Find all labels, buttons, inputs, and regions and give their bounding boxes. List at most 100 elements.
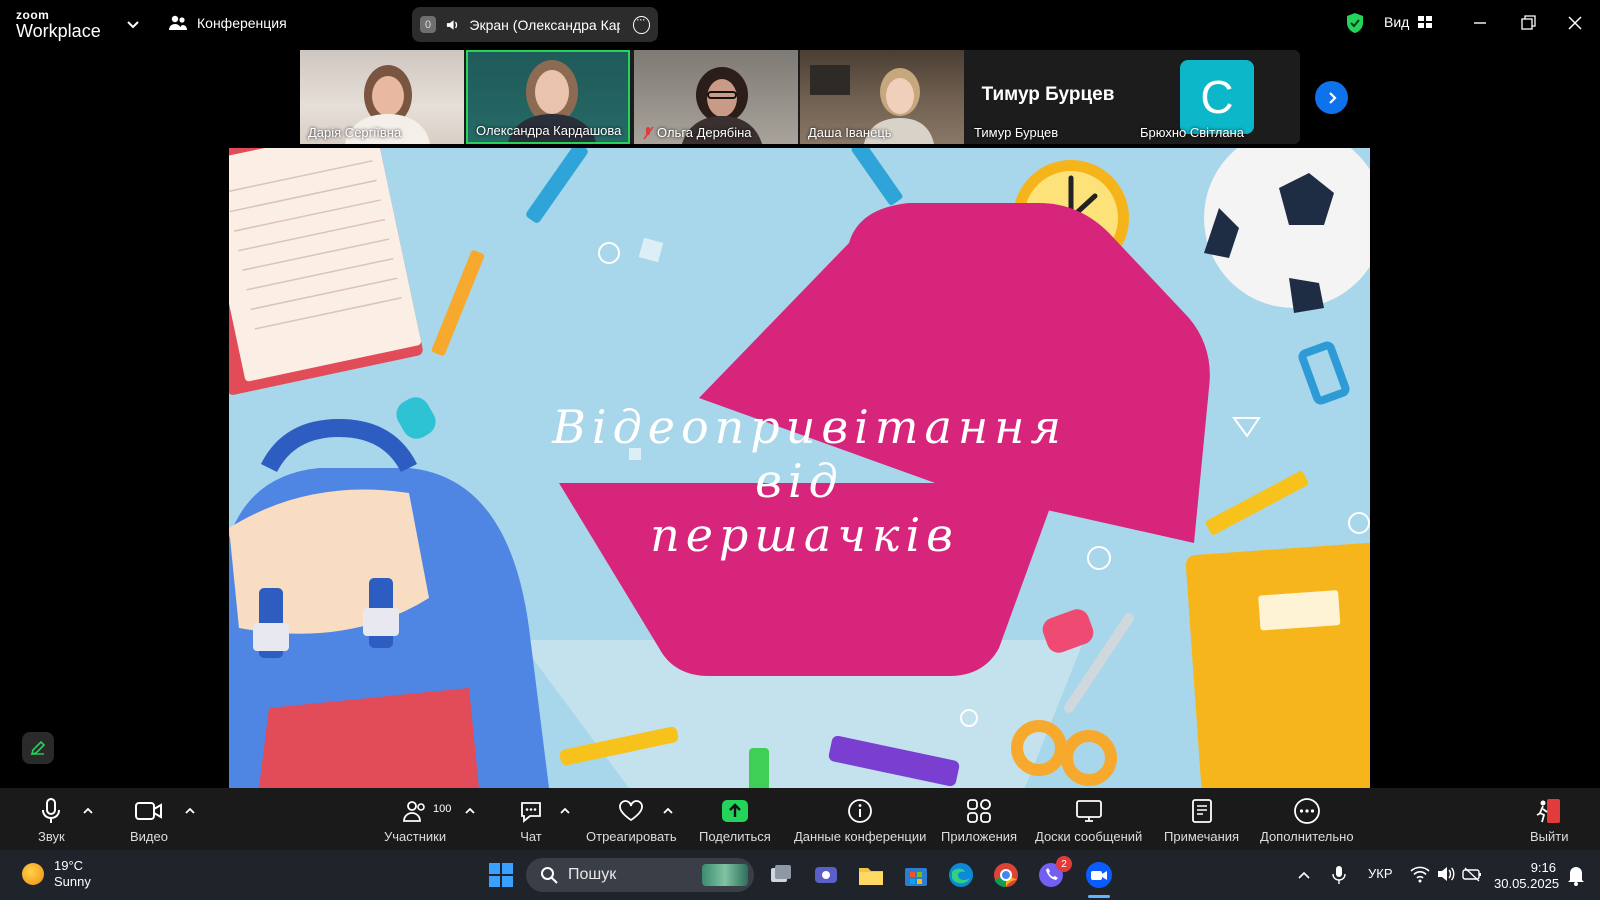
file-explorer-icon[interactable] [856,860,886,890]
apps-button[interactable]: Приложения [941,796,1017,844]
share-label: Поделиться [699,829,771,844]
video-options-chevron-icon[interactable] [184,805,196,817]
video-button[interactable]: Видео [130,796,168,844]
notebook-illustration [229,148,423,395]
participant-tile[interactable]: Дарія Сергіївна [300,50,464,144]
participant-name: Тимур Бурцев [974,125,1059,140]
chevron-down-icon[interactable] [125,16,141,32]
zoom-logo[interactable]: zoom Workplace [16,9,101,40]
notes-button[interactable]: Примечания [1164,796,1239,844]
audio-options-chevron-icon[interactable] [82,805,94,817]
share-indicator[interactable]: 0 Экран (Олександра Кардашова) [412,7,658,42]
chat-options-chevron-icon[interactable] [559,805,571,817]
search-highlight-image [702,864,748,886]
react-button[interactable]: Отреагировать [586,796,677,844]
shared-screen[interactable]: Відеопривітання від першачків [229,148,1370,788]
search-icon [541,867,558,884]
top-bar: zoom Workplace Конференция 0 Экран (Олек… [0,0,1600,48]
leave-door-icon [1536,799,1561,823]
participants-count: 100 [433,803,452,815]
view-button[interactable]: Вид [1384,14,1433,30]
participants-label: Участники [384,829,447,844]
participant-name: Олександра Кардашова [476,123,622,138]
meeting-info-button[interactable]: Данные конференции [794,796,926,844]
participant-name: Брюхно Світлана [1140,125,1244,140]
participant-name: Даша Іванець [808,125,892,140]
share-screen-button[interactable]: Поделиться [699,796,771,844]
speaker-icon [447,19,458,30]
show-hidden-icons-chevron-icon[interactable] [1297,868,1311,882]
people-icon [169,15,187,30]
react-label: Отреагировать [586,829,677,844]
slide-title-line2: від [755,454,844,508]
battery-icon[interactable] [1462,865,1482,883]
whiteboard-icon [1075,800,1102,822]
whiteboards-button[interactable]: Доски сообщений [1035,796,1142,844]
close-icon[interactable] [1563,12,1587,34]
meeting-info-label: Данные конференции [794,829,927,844]
taskbar-search[interactable]: Пошук [526,858,754,892]
participant-tile[interactable]: Даша Іванець [800,50,964,144]
meeting-label: Конференция [197,15,287,31]
weather-temp: 19°C [54,858,84,873]
meet-camera-icon[interactable] [811,860,841,890]
restore-icon[interactable] [1516,12,1540,34]
active-app-indicator [1088,895,1110,898]
notes-label: Примечания [1164,829,1240,844]
participant-name: Ольга Дерябіна [642,125,752,140]
search-placeholder: Пошук [568,866,617,883]
react-options-chevron-icon[interactable] [662,805,674,817]
avatar: С [1180,60,1254,134]
more-options-icon[interactable] [632,12,650,34]
heart-icon [619,800,644,822]
video-label: Видео [130,829,168,844]
os-taskbar: 19°C Sunny Пошук 2 УКР 9:16 30.05.2025 [0,850,1600,900]
notes-icon [1191,799,1212,823]
edge-browser-icon[interactable] [946,860,976,890]
participant-tile[interactable]: Ольга Дерябіна [634,50,798,144]
wifi-icon[interactable] [1410,865,1430,883]
grid-view-icon [1418,16,1433,28]
info-icon [848,799,873,823]
security-shield-icon[interactable] [1345,12,1365,34]
participants-options-chevron-icon[interactable] [464,805,476,817]
view-label: Вид [1384,14,1410,30]
leave-button[interactable]: Выйти [1530,796,1569,844]
microphone-tray-icon[interactable] [1332,865,1346,885]
clock-time: 9:16 [1530,860,1556,875]
share-badge: 0 [420,16,437,33]
ms-store-icon[interactable] [901,860,931,890]
annotate-button[interactable] [22,732,54,764]
apps-icon [967,799,991,823]
slide-title-line1: Відеопривітання [552,400,1067,454]
zoom-app-icon[interactable] [1084,860,1114,890]
audio-button[interactable]: Звук [38,796,65,844]
muted-mic-icon [643,126,654,139]
more-button[interactable]: Дополнительно [1260,796,1354,844]
weather-widget[interactable]: 19°C Sunny [22,858,91,890]
participant-tile-no-video[interactable]: С Брюхно Світлана [1132,50,1296,144]
task-view-icon[interactable] [766,860,796,890]
chat-label: Чат [520,829,542,844]
windows-start-icon[interactable] [486,860,516,890]
minimize-icon[interactable] [1468,12,1492,34]
language-indicator[interactable]: УКР [1368,866,1393,881]
system-clock[interactable]: 9:16 30.05.2025 [1494,860,1559,892]
chevron-right-icon [1328,91,1337,104]
share-label: Экран (Олександра Кардашова) [469,16,619,33]
camera-icon [134,802,162,820]
chat-icon [521,802,541,823]
leave-label: Выйти [1530,829,1569,844]
meeting-menu[interactable]: Конференция [168,14,287,32]
next-page-button[interactable] [1315,81,1348,114]
share-screen-icon [721,800,748,822]
chrome-browser-icon[interactable] [991,860,1021,890]
participant-tile-active-speaker[interactable]: Олександра Кардашова [466,50,630,144]
pencil-icon [30,740,46,756]
notifications-icon[interactable] [1566,864,1586,886]
chat-button[interactable]: Чат [518,796,544,844]
participant-large-name: Тимур Бурцев [981,84,1115,105]
audio-label: Звук [38,829,65,844]
volume-icon[interactable] [1436,865,1456,883]
participant-tile-no-video[interactable]: Тимур Бурцев Тимур Бурцев [966,50,1130,144]
